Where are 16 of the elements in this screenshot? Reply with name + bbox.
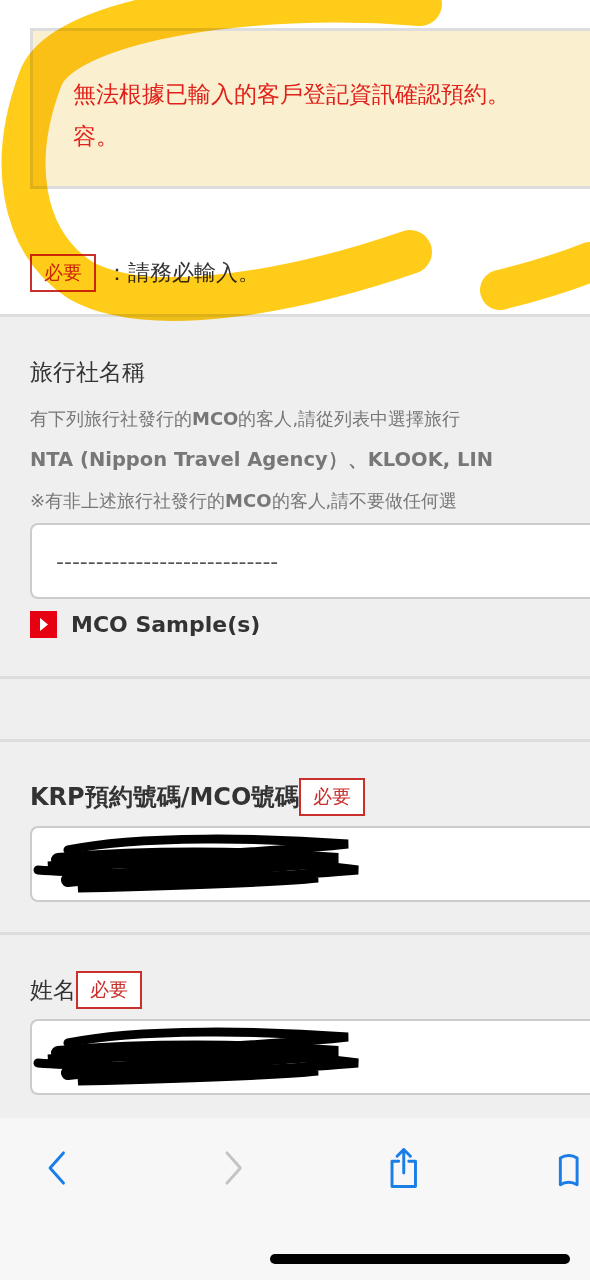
field-label: 姓名 [30,975,76,1005]
help-text: ※有非上述旅行社發行的MCO的客人,請不要做任何選 [30,489,459,513]
required-tag: 必要 [299,778,366,816]
help-text: 有下列旅行社發行的MCO的客人,請從列表中選擇旅行 [30,407,462,431]
error-text: 容。 [73,122,120,151]
field-label: 旅行社名稱 [30,358,145,387]
input-field[interactable] [30,1019,590,1095]
required-tag: 必要 [76,971,142,1009]
play-icon [30,611,57,638]
error-text: 無法根據已輸入的客戶登記資訊確認預約。 [73,80,511,109]
required-tag: 必要 [30,254,96,292]
dropdown-field[interactable]: ---------------------------- [30,523,590,599]
help-text: NTA (Nippon Travel Agency）、KLOOK, LIN [30,447,494,473]
input-field[interactable] [30,826,590,902]
field-label: KRP預約號碼/MCO號碼 [30,782,300,813]
mco-sample-link[interactable]: MCO Sample(s) [30,611,590,638]
